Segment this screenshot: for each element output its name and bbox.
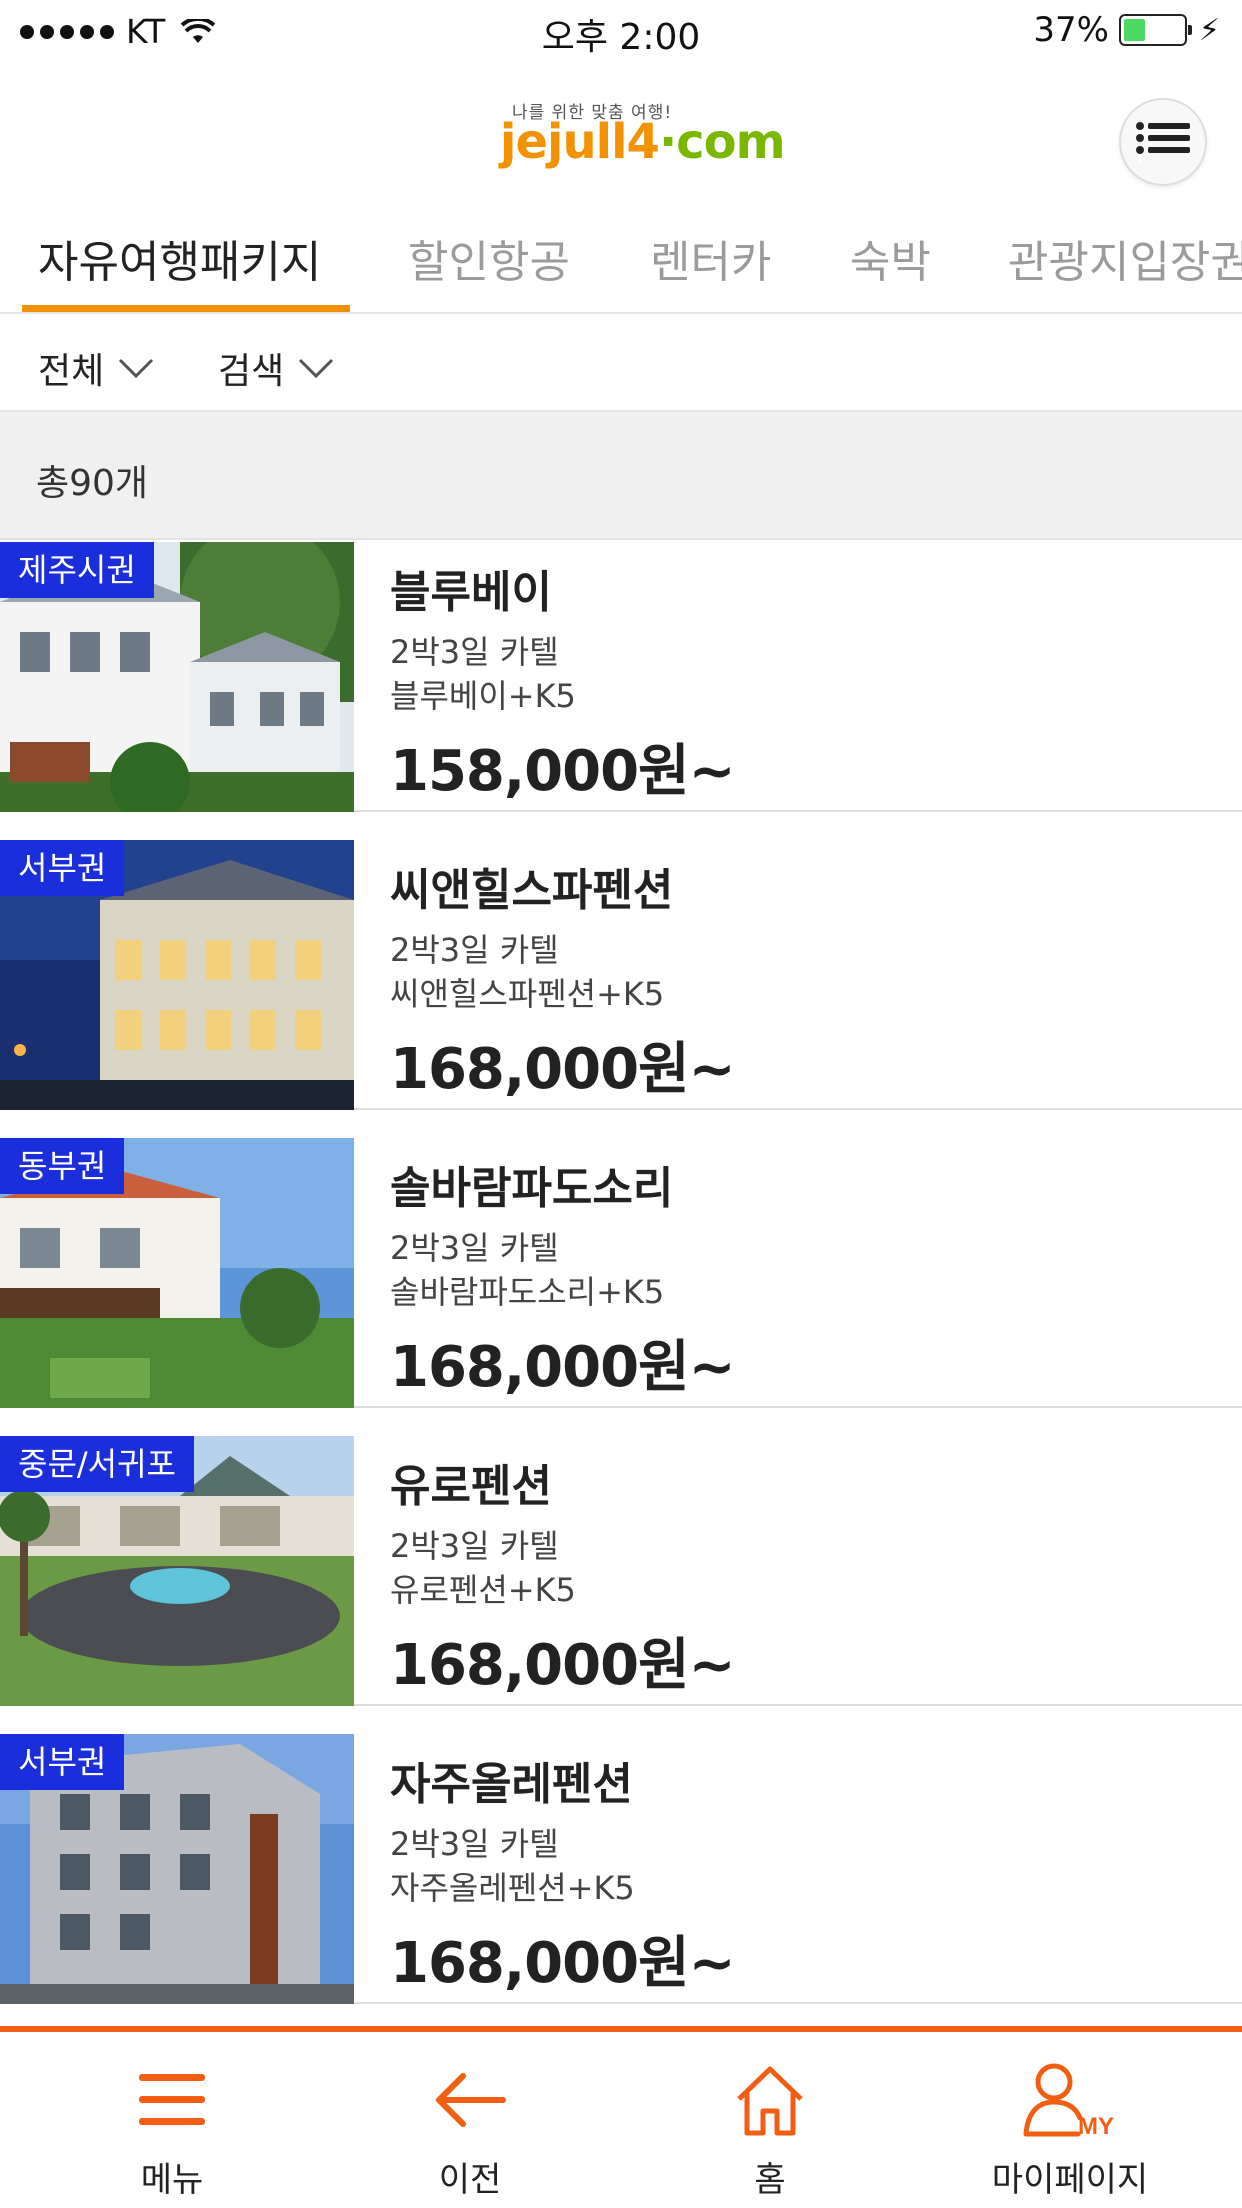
filter-all-dropdown[interactable]: 전체	[38, 342, 154, 394]
package-duration: 2박3일 카텔	[390, 633, 559, 671]
hamburger-icon	[52, 2056, 292, 2144]
tab-rental-car[interactable]: 렌터카	[650, 226, 771, 312]
package-duration: 2박3일 카텔	[390, 1229, 559, 1267]
nav-home[interactable]: 홈	[650, 2056, 890, 2201]
tab-lodging[interactable]: 숙박	[850, 226, 931, 312]
list-icon	[1136, 122, 1190, 162]
list-item[interactable]: 서부권 씨앤힐스파펜션 2박3일 카텔 씨앤힐스파펜션+K5 168,000원~	[0, 840, 1242, 1110]
package-info: 씨앤힐스파펜션 2박3일 카텔 씨앤힐스파펜션+K5 168,000원~	[390, 854, 1222, 1105]
arrow-left-icon	[350, 2056, 590, 2144]
package-detail: 솔바람파도소리+K5	[390, 1273, 665, 1311]
tab-discount-flight[interactable]: 할인항공	[408, 226, 570, 312]
nav-menu-label: 메뉴	[140, 2160, 204, 2200]
package-photo: 서부권	[0, 840, 354, 1110]
region-badge: 서부권	[0, 840, 125, 896]
nav-back-label: 이전	[438, 2160, 502, 2200]
nav-mypage-label: 마이페이지	[991, 2160, 1149, 2200]
status-right: 37% ⚡	[1033, 10, 1220, 50]
status-bar: KT 오후 2:00 37% ⚡	[0, 0, 1242, 64]
package-photo: 동부권	[0, 1138, 354, 1408]
charging-icon: ⚡	[1198, 12, 1220, 48]
app-header: 나를 위한 맞춤 여행! jejull4·com	[0, 64, 1242, 210]
package-name: 블루베이	[390, 567, 552, 618]
region-badge: 서부권	[0, 1734, 125, 1790]
package-name: 씨앤힐스파펜션	[390, 865, 674, 916]
package-detail: 자주올레펜션+K5	[390, 1869, 635, 1907]
region-badge: 동부권	[0, 1138, 125, 1194]
nav-mypage[interactable]: MY 마이페이지	[950, 2056, 1190, 2201]
bottom-navigation: 메뉴 이전 홈 MY 마이페이지	[0, 2026, 1242, 2208]
package-info: 자주올레펜션 2박3일 카텔 자주올레펜션+K5 168,000원~	[390, 1748, 1222, 1999]
svg-text:MY: MY	[1078, 2113, 1114, 2138]
package-duration: 2박3일 카텔	[390, 931, 559, 969]
package-photo: 제주시권	[0, 542, 354, 812]
filter-search-label: 검색	[218, 351, 285, 392]
nav-home-label: 홈	[754, 2160, 786, 2200]
package-name: 유로펜션	[390, 1461, 552, 1512]
tab-attraction-tickets[interactable]: 관광지입장권	[1008, 226, 1242, 312]
list-item[interactable]: 제주시권 블루베이 2박3일 카텔 블루베이+K5 158,000원~	[0, 542, 1242, 812]
package-name: 자주올레펜션	[390, 1759, 633, 1810]
package-photo: 서부권	[0, 1734, 354, 2004]
package-list: 제주시권 블루베이 2박3일 카텔 블루베이+K5 158,000원~ 서부권 …	[0, 542, 1242, 2032]
result-count: 총90개	[36, 463, 149, 504]
result-count-bar: 총90개	[0, 412, 1242, 540]
package-info: 유로펜션 2박3일 카텔 유로펜션+K5 168,000원~	[390, 1450, 1222, 1701]
category-tabs: 자유여행패키지 할인항공 렌터카 숙박 관광지입장권	[0, 210, 1242, 314]
list-menu-button[interactable]	[1119, 98, 1207, 186]
filter-bar: 전체 검색	[0, 316, 1242, 412]
filter-search-dropdown[interactable]: 검색	[218, 342, 334, 394]
package-name: 솔바람파도소리	[390, 1163, 674, 1214]
package-price: 168,000원~	[390, 1037, 736, 1102]
list-item[interactable]: 동부권 솔바람파도소리 2박3일 카텔 솔바람파도소리+K5 168,000원~	[0, 1138, 1242, 1408]
chevron-down-icon	[119, 358, 154, 379]
nav-menu[interactable]: 메뉴	[52, 2056, 292, 2201]
user-my-icon: MY	[950, 2056, 1190, 2144]
list-item[interactable]: 중문/서귀포 유로펜션 2박3일 카텔 유로펜션+K5 168,000원~	[0, 1436, 1242, 1706]
region-badge: 중문/서귀포	[0, 1436, 194, 1492]
nav-back[interactable]: 이전	[350, 2056, 590, 2201]
site-logo[interactable]: 나를 위한 맞춤 여행! jejull4·com	[500, 98, 786, 170]
package-detail: 블루베이+K5	[390, 677, 576, 715]
list-item[interactable]: 서부권 자주올레펜션 2박3일 카텔 자주올레펜션+K5 168,000원~	[0, 1734, 1242, 2004]
package-price: 168,000원~	[390, 1633, 736, 1698]
battery-icon	[1118, 14, 1192, 46]
battery-percent: 37%	[1033, 10, 1109, 50]
package-duration: 2박3일 카텔	[390, 1527, 559, 1565]
package-detail: 씨앤힐스파펜션+K5	[390, 975, 665, 1013]
tab-free-travel-package[interactable]: 자유여행패키지	[38, 226, 321, 312]
region-badge: 제주시권	[0, 542, 154, 598]
package-info: 블루베이 2박3일 카텔 블루베이+K5 158,000원~	[390, 556, 1222, 807]
package-duration: 2박3일 카텔	[390, 1825, 559, 1863]
package-price: 158,000원~	[390, 739, 736, 804]
package-price: 168,000원~	[390, 1931, 736, 1996]
filter-all-label: 전체	[38, 351, 105, 392]
package-detail: 유로펜션+K5	[390, 1571, 576, 1609]
package-photo: 중문/서귀포	[0, 1436, 354, 1706]
active-tab-indicator	[22, 305, 350, 312]
logo-text: jejull4·com	[500, 114, 786, 170]
package-info: 솔바람파도소리 2박3일 카텔 솔바람파도소리+K5 168,000원~	[390, 1152, 1222, 1403]
home-icon	[650, 2056, 890, 2144]
package-price: 168,000원~	[390, 1335, 736, 1400]
chevron-down-icon	[299, 358, 334, 379]
